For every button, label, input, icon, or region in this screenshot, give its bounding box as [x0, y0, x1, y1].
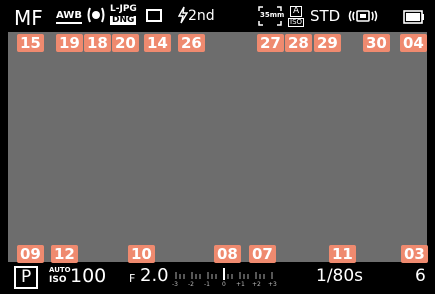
callout-badge-30: 30	[363, 34, 390, 52]
exposure-mode[interactable]: P	[14, 266, 39, 289]
crop-frame-icon[interactable]: 35mm	[258, 6, 285, 26]
callout-badge-19: 19	[56, 34, 83, 52]
stabilization-icon[interactable]	[347, 8, 379, 24]
scale-label-m2: -2	[188, 281, 194, 288]
callout-badge-04: 04	[400, 34, 427, 52]
camera-lcd-screen: MF AWB L-JPG DNG 2nd 35mm A ISO STD 15 1…	[0, 0, 435, 290]
callout-badge-03: 03	[401, 245, 428, 263]
metering-spot-icon[interactable]	[86, 6, 106, 24]
battery-icon	[403, 9, 425, 24]
film-style[interactable]: STD	[310, 9, 340, 24]
aperture-value[interactable]: 2.0	[140, 267, 169, 285]
live-view-area	[8, 32, 427, 262]
callout-badge-08: 08	[214, 245, 241, 263]
scale-label-m1: -1	[204, 281, 210, 288]
callout-badge-14: 14	[144, 34, 171, 52]
callout-badge-20: 20	[112, 34, 139, 52]
iso-auto-label: AUTO	[49, 266, 71, 274]
aperture-prefix: F	[129, 272, 136, 285]
iso-value[interactable]: 100	[70, 267, 106, 286]
callout-badge-15: 15	[17, 34, 44, 52]
exposure-scale: -3 -2 -1 0 +1 +2 +3	[172, 266, 280, 290]
scale-label-p2: +2	[252, 281, 261, 288]
callout-badge-11: 11	[329, 245, 356, 263]
callout-badge-18: 18	[84, 34, 111, 52]
iso-bracket-bottom: ISO	[288, 18, 305, 27]
callout-badge-29: 29	[314, 34, 341, 52]
callout-badge-12: 12	[51, 245, 78, 263]
callout-badge-28: 28	[285, 34, 312, 52]
scale-label-m3: -3	[172, 281, 178, 288]
flash-mode[interactable]: 2nd	[188, 9, 215, 23]
scale-label-0: 0	[222, 281, 226, 288]
file-format-top-label: L-JPG	[110, 4, 137, 14]
focus-mode[interactable]: MF	[14, 8, 43, 28]
file-format-bottom-label: DNG	[110, 15, 137, 25]
callout-badge-09: 09	[17, 245, 44, 263]
callout-badge-26: 26	[178, 34, 205, 52]
crop-label: 35mm	[260, 11, 285, 19]
scale-label-p3: +3	[268, 281, 277, 288]
flash-bolt-icon[interactable]	[177, 6, 189, 24]
file-format-indicator[interactable]: L-JPG DNG	[110, 5, 142, 27]
shutter-speed[interactable]: 1/80s	[316, 268, 363, 285]
white-balance[interactable]: AWB	[56, 11, 82, 24]
scale-label-p1: +1	[236, 281, 245, 288]
iso-label: ISO	[49, 275, 67, 285]
callout-badge-07: 07	[249, 245, 276, 263]
shots-remaining: 6	[415, 266, 426, 286]
iso-bracket-icon[interactable]: A ISO	[288, 6, 305, 27]
drive-mode-single-icon[interactable]	[146, 9, 162, 22]
iso-bracket-top: A	[290, 6, 303, 17]
iso-auto-indicator[interactable]: AUTO ISO	[49, 266, 71, 288]
callout-badge-27: 27	[257, 34, 284, 52]
callout-badge-10: 10	[128, 245, 155, 263]
